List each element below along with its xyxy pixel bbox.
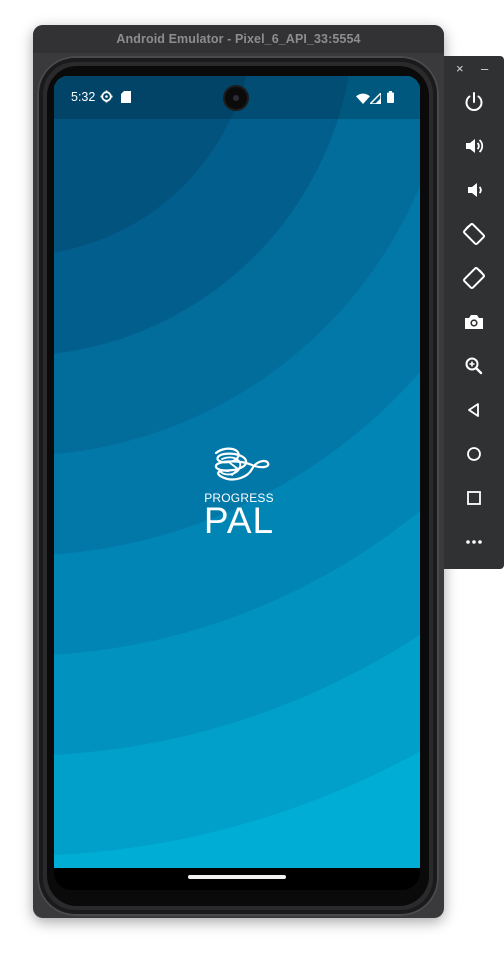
wifi-icon bbox=[356, 91, 370, 109]
battery-icon bbox=[387, 90, 394, 108]
device-screen[interactable]: 5:32 PROGRESS PAL bbox=[54, 76, 420, 890]
emulator-toolbar: × – bbox=[444, 56, 504, 569]
sd-card-icon bbox=[121, 90, 131, 108]
volume-down-icon bbox=[468, 183, 482, 197]
gesture-nav-bar bbox=[54, 868, 420, 890]
scribble-logo-icon bbox=[214, 447, 270, 481]
rotate-right-icon bbox=[463, 267, 485, 289]
rotate-left-button[interactable] bbox=[461, 221, 487, 247]
back-button[interactable] bbox=[461, 397, 487, 423]
progress-pal-logo: PROGRESS PAL bbox=[200, 447, 278, 543]
front-camera bbox=[225, 87, 247, 109]
rotate-right-button[interactable] bbox=[461, 265, 487, 291]
zoom-button[interactable] bbox=[461, 353, 487, 379]
settings-gear-icon bbox=[100, 90, 113, 108]
home-gesture-handle[interactable] bbox=[188, 875, 286, 879]
minimize-button[interactable]: – bbox=[481, 61, 488, 77]
volume-down-button[interactable] bbox=[461, 177, 487, 203]
camera-icon bbox=[465, 315, 483, 329]
status-bar: 5:32 bbox=[54, 76, 420, 119]
power-icon bbox=[465, 92, 483, 111]
logo-text-pal: PAL bbox=[203, 500, 275, 541]
more-button[interactable] bbox=[461, 529, 487, 555]
screenshot-button[interactable] bbox=[461, 309, 487, 335]
more-icon bbox=[466, 540, 482, 544]
overview-icon bbox=[467, 491, 481, 505]
zoom-icon bbox=[465, 357, 483, 375]
status-time: 5:32 bbox=[71, 90, 96, 104]
home-icon bbox=[467, 447, 481, 461]
close-button[interactable]: × bbox=[456, 61, 464, 77]
rotate-left-icon bbox=[463, 223, 485, 245]
volume-up-icon bbox=[466, 139, 484, 153]
volume-up-button[interactable] bbox=[461, 133, 487, 159]
back-icon bbox=[468, 403, 479, 417]
power-button[interactable] bbox=[461, 89, 487, 115]
overview-button[interactable] bbox=[461, 485, 487, 511]
cellular-signal-icon bbox=[368, 91, 382, 109]
window-title: Android Emulator - Pixel_6_API_33:5554 bbox=[33, 25, 444, 53]
home-button[interactable] bbox=[461, 441, 487, 467]
